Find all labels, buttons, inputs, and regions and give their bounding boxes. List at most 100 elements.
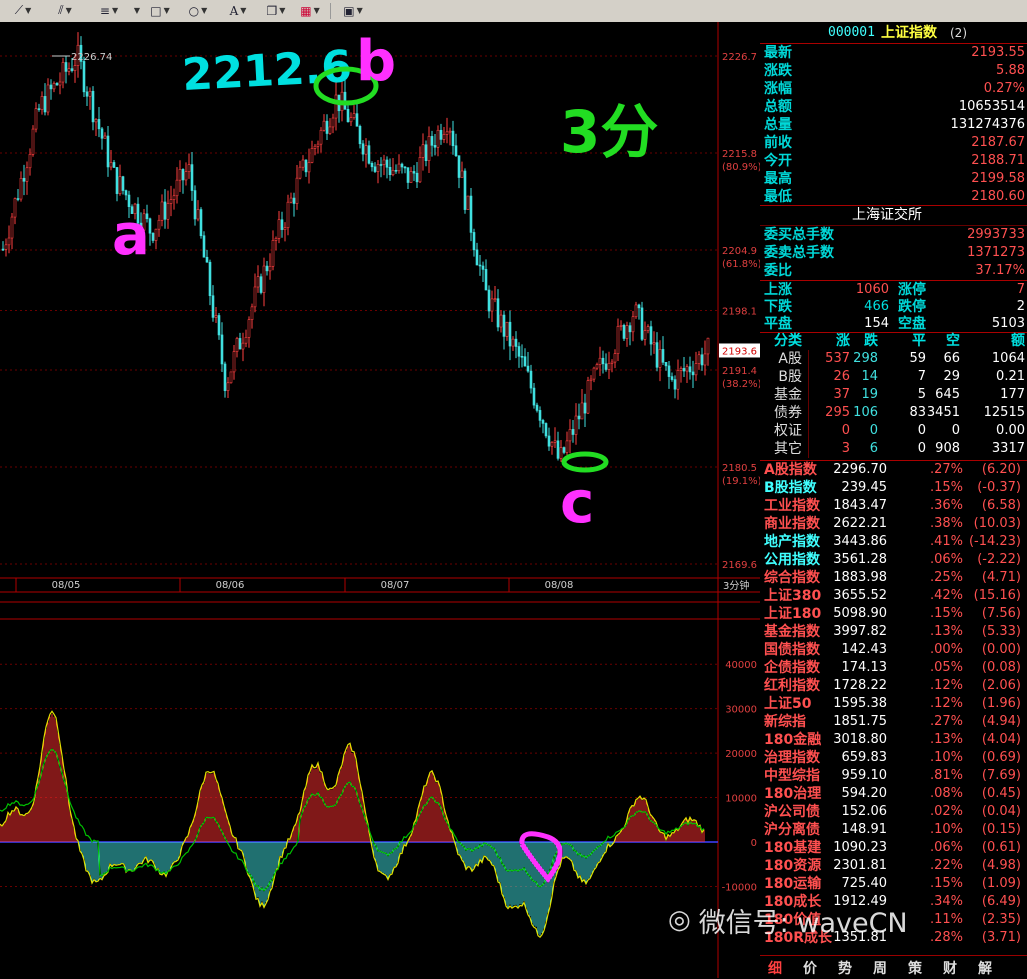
trend-line-icon[interactable]: ⟋ ▼: [4, 2, 42, 19]
candle: [190, 164, 194, 191]
updown-value: 1060: [855, 282, 889, 297]
index-row[interactable]: 企债指数 174.13 .05% (0.08): [760, 659, 1027, 677]
candle: [538, 410, 542, 421]
index-change: (6.20): [981, 462, 1021, 477]
category-cell: 645: [935, 387, 960, 402]
category-header-cell: 跌: [864, 333, 878, 349]
index-row[interactable]: 工业指数 1843.47 .36% (6.58): [760, 497, 1027, 515]
index-row[interactable]: 中型综指 959.10 .81% (7.69): [760, 767, 1027, 785]
index-row[interactable]: 上证50 1595.38 .12% (1.96): [760, 695, 1027, 713]
save-icon[interactable]: ▣ ▼: [336, 2, 370, 19]
index-row[interactable]: 沪分离债 148.91 .10% (0.15): [760, 821, 1027, 839]
index-row[interactable]: 综合指数 1883.98 .25% (4.71): [760, 569, 1027, 587]
order-row: 委比 37.17%: [760, 262, 1027, 280]
copy-icon[interactable]: ❐ ▼: [258, 2, 294, 19]
index-change: (15.16): [973, 588, 1021, 603]
candle: [445, 131, 449, 135]
index-row[interactable]: 180资源 2301.81 .22% (4.98): [760, 857, 1027, 875]
index-row[interactable]: 新综指 1851.75 .27% (4.94): [760, 713, 1027, 731]
order-value: 1371273: [967, 245, 1025, 260]
updown-row: 上涨 1060 涨停 7: [760, 281, 1027, 299]
candle: [595, 364, 599, 369]
index-row[interactable]: 国债指数 142.43 .00% (0.00): [760, 641, 1027, 659]
index-pct: .05%: [929, 660, 963, 675]
index-row[interactable]: A股指数 2296.70 .27% (6.20): [760, 461, 1027, 479]
index-change: (0.00): [981, 642, 1021, 657]
candle: [571, 429, 575, 435]
category-cell: 0.21: [996, 369, 1025, 384]
candle: [64, 62, 68, 72]
index-row[interactable]: 180基建 1090.23 .06% (0.61): [760, 839, 1027, 857]
candle: [40, 96, 44, 110]
bottom-tab[interactable]: 解: [978, 958, 992, 978]
kline-chart[interactable]: 2226.7 2215.8 (80.9%) 2204.9 (61.8%) 2198.1 21…: [0, 22, 760, 978]
candle: [544, 423, 548, 437]
candle: [529, 370, 533, 389]
index-value: 959.10: [841, 768, 888, 783]
candle: [16, 198, 20, 200]
bottom-tab[interactable]: 周: [873, 958, 887, 978]
candle: [661, 349, 665, 363]
index-row[interactable]: 180金融 3018.80 .13% (4.04): [760, 731, 1027, 749]
index-change: (4.04): [981, 732, 1021, 747]
candle: [526, 365, 530, 372]
index-name: 治理指数: [764, 750, 820, 766]
text-icon[interactable]: A ▼: [220, 2, 256, 19]
index-value: 174.13: [841, 660, 888, 675]
candle: [151, 232, 155, 241]
index-value: 1843.47: [833, 498, 887, 513]
bottom-tab[interactable]: 价: [803, 958, 817, 978]
price-tick-label: 2191.4: [722, 366, 757, 377]
index-row[interactable]: 商业指数 2622.21 .38% (10.03): [760, 515, 1027, 533]
index-row[interactable]: 上证380 3655.52 .42% (15.16): [760, 587, 1027, 605]
circle-icon[interactable]: ○ ▼: [180, 2, 216, 19]
candle: [463, 170, 467, 210]
index-row[interactable]: 上证180 5098.90 .15% (7.56): [760, 605, 1027, 623]
candle: [61, 62, 65, 83]
index-row[interactable]: 治理指数 659.83 .10% (0.69): [760, 749, 1027, 767]
parallel-lines-icon[interactable]: ⫽ ▼: [46, 2, 84, 19]
index-row[interactable]: 180运输 725.40 .15% (1.09): [760, 875, 1027, 893]
quote-value: 2199.58: [971, 171, 1025, 186]
annotation-letter: a: [112, 203, 150, 268]
candle: [247, 319, 251, 338]
index-pct: .12%: [929, 678, 963, 693]
index-row[interactable]: 公用指数 3561.28 .06% (-2.22): [760, 551, 1027, 569]
candle: [214, 315, 218, 318]
quote-label: 总量: [764, 117, 792, 133]
index-value: 2296.70: [833, 462, 887, 477]
candle: [73, 65, 77, 71]
index-row[interactable]: 地产指数 3443.86 .41% (-14.23): [760, 533, 1027, 551]
volume-tick-label: 40000: [725, 660, 757, 671]
index-row[interactable]: B股指数 239.45 .15% (-0.37): [760, 479, 1027, 497]
candle: [109, 162, 113, 168]
quote-label: 今开: [764, 153, 792, 169]
index-change: (0.04): [981, 804, 1021, 819]
index-row[interactable]: 红利指数 1728.22 .12% (2.06): [760, 677, 1027, 695]
index-value: 3443.86: [833, 534, 887, 549]
index-pct: .34%: [929, 894, 963, 909]
bottom-tab[interactable]: 势: [838, 958, 852, 978]
category-cell: 0.00: [996, 423, 1025, 438]
bottom-tab[interactable]: 细: [768, 958, 782, 978]
candle: [244, 337, 248, 344]
quote-row: 最高 2199.58: [760, 170, 1027, 188]
index-row[interactable]: 基金指数 3997.82 .13% (5.33): [760, 623, 1027, 641]
index-name: 180金融: [764, 732, 822, 748]
category-cell: 66: [943, 351, 960, 366]
rectangle-icon[interactable]: □ ▼: [142, 2, 178, 19]
order-label: 委卖总手数: [764, 245, 834, 261]
bottom-tab[interactable]: 财: [943, 958, 957, 978]
fan-icon[interactable]: ▼: [132, 2, 140, 19]
index-row[interactable]: 沪公司债 152.06 .02% (0.04): [760, 803, 1027, 821]
candle: [697, 354, 701, 364]
index-row[interactable]: 180治理 594.20 .08% (0.45): [760, 785, 1027, 803]
index-name: 上证50: [764, 696, 812, 712]
channel-icon[interactable]: ≡ ▼: [90, 2, 128, 19]
bottom-tab[interactable]: 策: [908, 958, 922, 978]
candle: [298, 166, 302, 179]
index-name: 沪公司债: [764, 804, 820, 820]
candle: [433, 145, 437, 148]
color-palette-icon[interactable]: ▦ ▼: [296, 2, 324, 19]
candle: [13, 198, 17, 218]
